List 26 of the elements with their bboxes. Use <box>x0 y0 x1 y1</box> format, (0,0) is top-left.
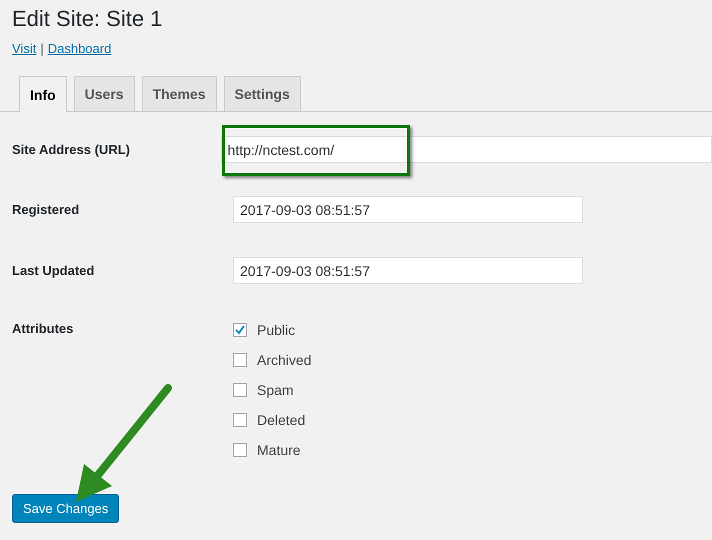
page-title: Edit Site: Site 1 <box>11 5 164 33</box>
tab[interactable]: Users <box>74 76 135 111</box>
checkbox-label: Mature <box>257 442 301 458</box>
checkbox-label: Archived <box>257 352 312 368</box>
nav-link[interactable]: Visit <box>12 41 36 56</box>
field-label: Last Updated <box>12 263 96 278</box>
checkbox[interactable] <box>233 352 247 366</box>
text-field[interactable]: http://nctest.com/ <box>220 136 712 163</box>
checkbox-label: Public <box>257 322 296 338</box>
checkbox[interactable] <box>233 412 247 426</box>
checkbox[interactable] <box>233 382 247 396</box>
field-label: Registered <box>12 202 80 217</box>
text-field[interactable]: 2017-09-03 08:51:57 <box>233 196 583 223</box>
field-label: Site Address (URL) <box>12 142 131 157</box>
checkbox-label: Deleted <box>257 412 306 428</box>
tab[interactable]: Info <box>19 76 67 112</box>
checkbox-label: Spam <box>257 382 294 398</box>
save-button[interactable]: Save Changes <box>12 494 120 523</box>
checkbox[interactable] <box>233 442 247 456</box>
nav-link[interactable]: Dashboard <box>48 41 112 56</box>
tab[interactable]: Settings <box>224 76 301 111</box>
checkbox[interactable] <box>233 322 247 336</box>
tab[interactable]: Themes <box>142 76 216 111</box>
field-label: Attributes <box>12 321 74 336</box>
text-field[interactable]: 2017-09-03 08:51:57 <box>233 257 583 284</box>
link-separator: | <box>40 41 44 56</box>
